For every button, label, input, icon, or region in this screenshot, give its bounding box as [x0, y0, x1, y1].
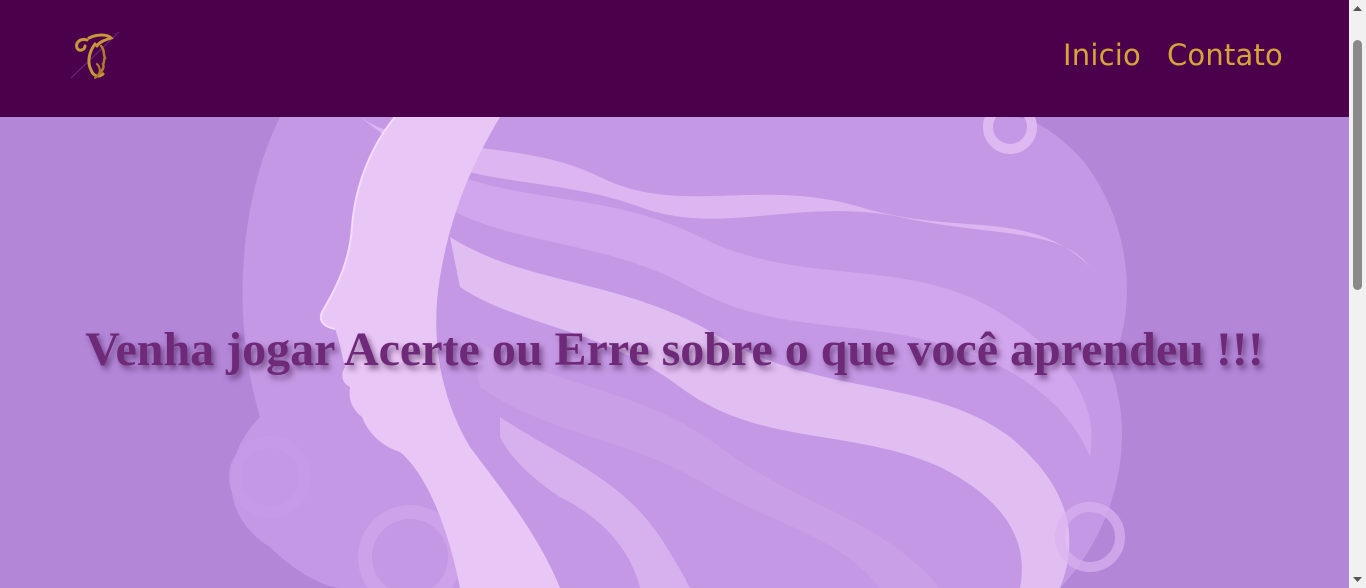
hero-title: Venha jogar Acerte ou Erre sobre o que v… — [85, 323, 1264, 376]
scroll-down-arrow-icon[interactable] — [1349, 571, 1366, 588]
page: Inicio Contato Venha jogar Acerte ou Err… — [0, 0, 1366, 588]
nav-link-contato[interactable]: Contato — [1167, 38, 1283, 72]
vertical-scrollbar[interactable] — [1349, 0, 1366, 588]
scrollbar-thumb[interactable] — [1353, 40, 1362, 290]
woman-silhouette-logo-icon[interactable] — [67, 28, 123, 84]
navbar: Inicio Contato — [0, 0, 1349, 117]
nav-link-inicio[interactable]: Inicio — [1063, 38, 1141, 72]
hero-banner: Venha jogar Acerte ou Erre sobre o que v… — [0, 117, 1349, 588]
scroll-up-arrow-icon[interactable] — [1349, 0, 1366, 17]
nav-links: Inicio Contato — [1063, 38, 1283, 72]
